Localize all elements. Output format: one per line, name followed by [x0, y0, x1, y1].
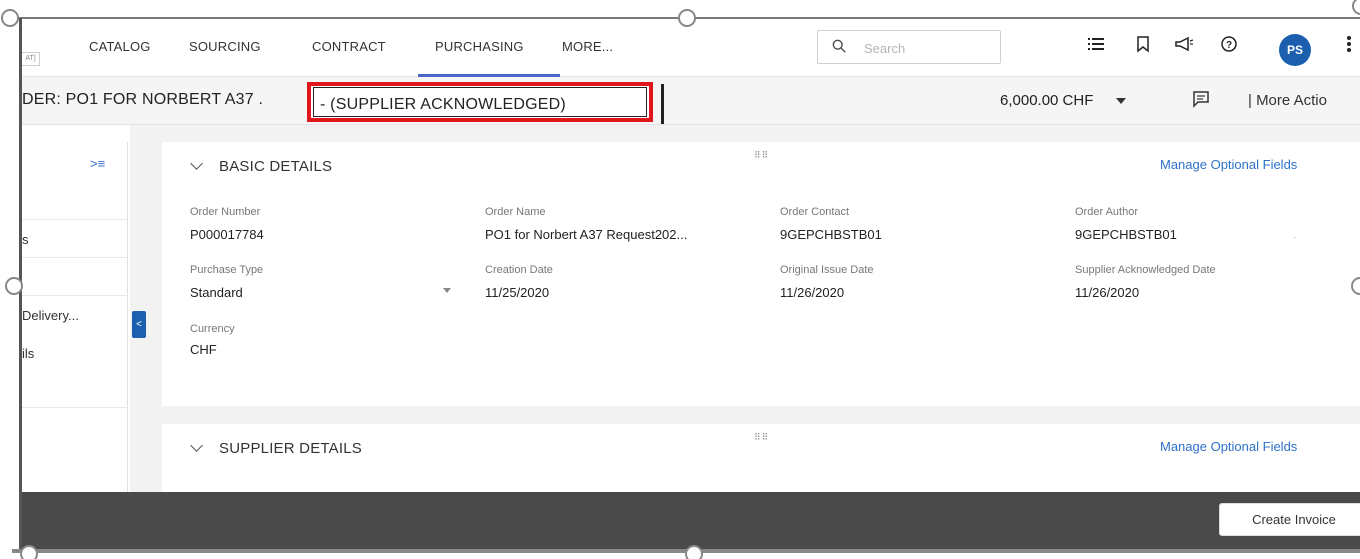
resize-handle-icon[interactable]	[5, 277, 23, 295]
resize-handle-icon[interactable]	[678, 9, 696, 27]
resize-handle-icon[interactable]	[1, 9, 19, 27]
screenshot-frame	[0, 0, 1360, 559]
resize-handle-icon[interactable]	[685, 545, 703, 559]
resize-handle-icon[interactable]	[20, 545, 38, 559]
resize-handle-icon[interactable]	[1352, 0, 1360, 15]
resize-handle-icon[interactable]	[1351, 277, 1360, 295]
